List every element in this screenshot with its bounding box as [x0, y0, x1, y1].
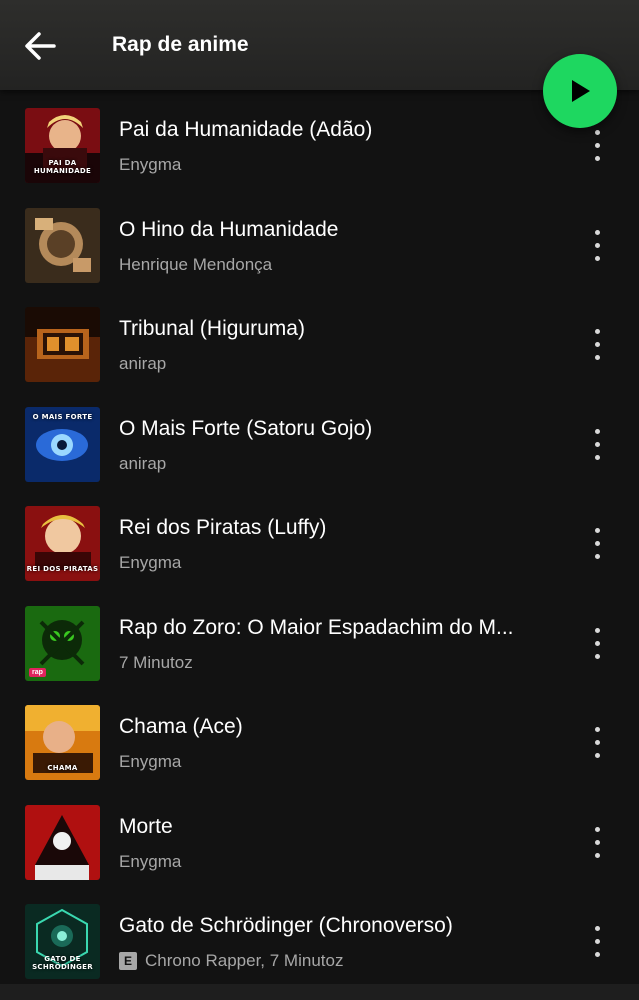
- cover-text: CHAMA: [47, 764, 78, 772]
- more-vertical-icon: [595, 826, 600, 832]
- track-list: PAI DA HUMANIDADE Pai da Humanidade (Adã…: [0, 96, 639, 992]
- album-cover: [25, 307, 100, 382]
- cover-text: PAI DA HUMANIDADE: [33, 159, 92, 175]
- track-artist: anirap: [119, 354, 167, 373]
- more-options-button[interactable]: [586, 624, 610, 664]
- track-artist: E Chrono Rapper, 7 Minutoz: [119, 951, 539, 971]
- arrow-left-icon: [25, 32, 56, 60]
- more-vertical-icon: [595, 727, 600, 732]
- more-options-button[interactable]: [586, 922, 610, 962]
- track-title: Tribunal (Higuruma): [119, 317, 305, 340]
- album-cover: rap: [25, 605, 100, 681]
- cover-text: O MAIS FORTE: [32, 412, 93, 421]
- album-cover: [25, 207, 100, 283]
- track-row[interactable]: PAI DA HUMANIDADE Pai da Humanidade (Adã…: [0, 96, 639, 196]
- more-vertical-icon: [595, 428, 600, 434]
- track-title: Gato de Schrödinger (Chronoverso): [119, 914, 453, 937]
- more-options-button[interactable]: [586, 723, 610, 763]
- album-cover: REI DOS PIRATAS: [25, 506, 100, 581]
- track-artist: 7 Minutoz: [119, 652, 193, 672]
- track-artist-name: Chrono Rapper, 7 Minutoz: [145, 951, 344, 970]
- track-row[interactable]: Morte Enygma: [0, 793, 639, 893]
- more-options-button[interactable]: [586, 524, 610, 564]
- more-vertical-icon: [595, 627, 600, 633]
- more-options-button[interactable]: [586, 425, 610, 465]
- track-artist: Enygma: [119, 752, 182, 771]
- track-title: Chama (Ace): [119, 715, 243, 738]
- play-button[interactable]: [543, 54, 617, 128]
- track-artist: anirap: [119, 453, 167, 473]
- page-title: Rap de anime: [112, 33, 249, 56]
- track-title: Pai da Humanidade (Adão): [119, 118, 373, 141]
- more-vertical-icon: [595, 329, 600, 334]
- cover-text: REI DOS PIRATAS: [26, 565, 99, 573]
- track-row[interactable]: O Hino da Humanidade Henrique Mendonça: [0, 196, 639, 296]
- track-row[interactable]: O MAIS FORTE O Mais Forte (Satoru Gojo) …: [0, 395, 639, 495]
- track-row[interactable]: Tribunal (Higuruma) anirap: [0, 295, 639, 395]
- more-vertical-icon: [595, 926, 600, 931]
- more-vertical-icon: [595, 528, 600, 533]
- cover-text: GATO DE SCHRÖDINGER: [32, 955, 93, 971]
- track-title: O Hino da Humanidade: [119, 217, 339, 241]
- album-cover: CHAMA: [25, 705, 100, 780]
- more-options-button[interactable]: [586, 823, 610, 863]
- album-cover: O MAIS FORTE: [25, 406, 100, 482]
- explicit-badge: E: [119, 952, 137, 970]
- top-bar: Rap de anime: [0, 0, 639, 90]
- more-vertical-icon: [595, 130, 600, 135]
- track-artist: Enygma: [119, 553, 182, 572]
- track-row[interactable]: GATO DE SCHRÖDINGER Gato de Schrödinger …: [0, 892, 639, 992]
- genre-tag: rap: [29, 667, 46, 677]
- bottom-bar: [0, 984, 639, 1000]
- album-cover: [25, 804, 100, 880]
- track-artist: Enygma: [119, 851, 182, 871]
- more-options-button[interactable]: [586, 325, 610, 365]
- more-options-button[interactable]: [586, 126, 610, 166]
- track-artist: Enygma: [119, 155, 182, 174]
- album-cover: GATO DE SCHRÖDINGER: [25, 904, 100, 979]
- album-cover: PAI DA HUMANIDADE: [25, 108, 100, 183]
- track-row[interactable]: rap Rap do Zoro: O Maior Espadachim do M…: [0, 594, 639, 694]
- track-row[interactable]: CHAMA Chama (Ace) Enygma: [0, 693, 639, 793]
- track-row[interactable]: REI DOS PIRATAS Rei dos Piratas (Luffy) …: [0, 494, 639, 594]
- track-title: Rap do Zoro: O Maior Espadachim do M...: [119, 615, 514, 639]
- more-options-button[interactable]: [586, 226, 610, 266]
- play-icon: [572, 80, 590, 102]
- track-title: Morte: [119, 814, 173, 838]
- track-artist: Henrique Mendonça: [119, 254, 273, 274]
- more-vertical-icon: [595, 229, 600, 235]
- back-button[interactable]: [20, 28, 60, 64]
- track-title: Rei dos Piratas (Luffy): [119, 516, 327, 539]
- track-title: O Mais Forte (Satoru Gojo): [119, 416, 373, 440]
